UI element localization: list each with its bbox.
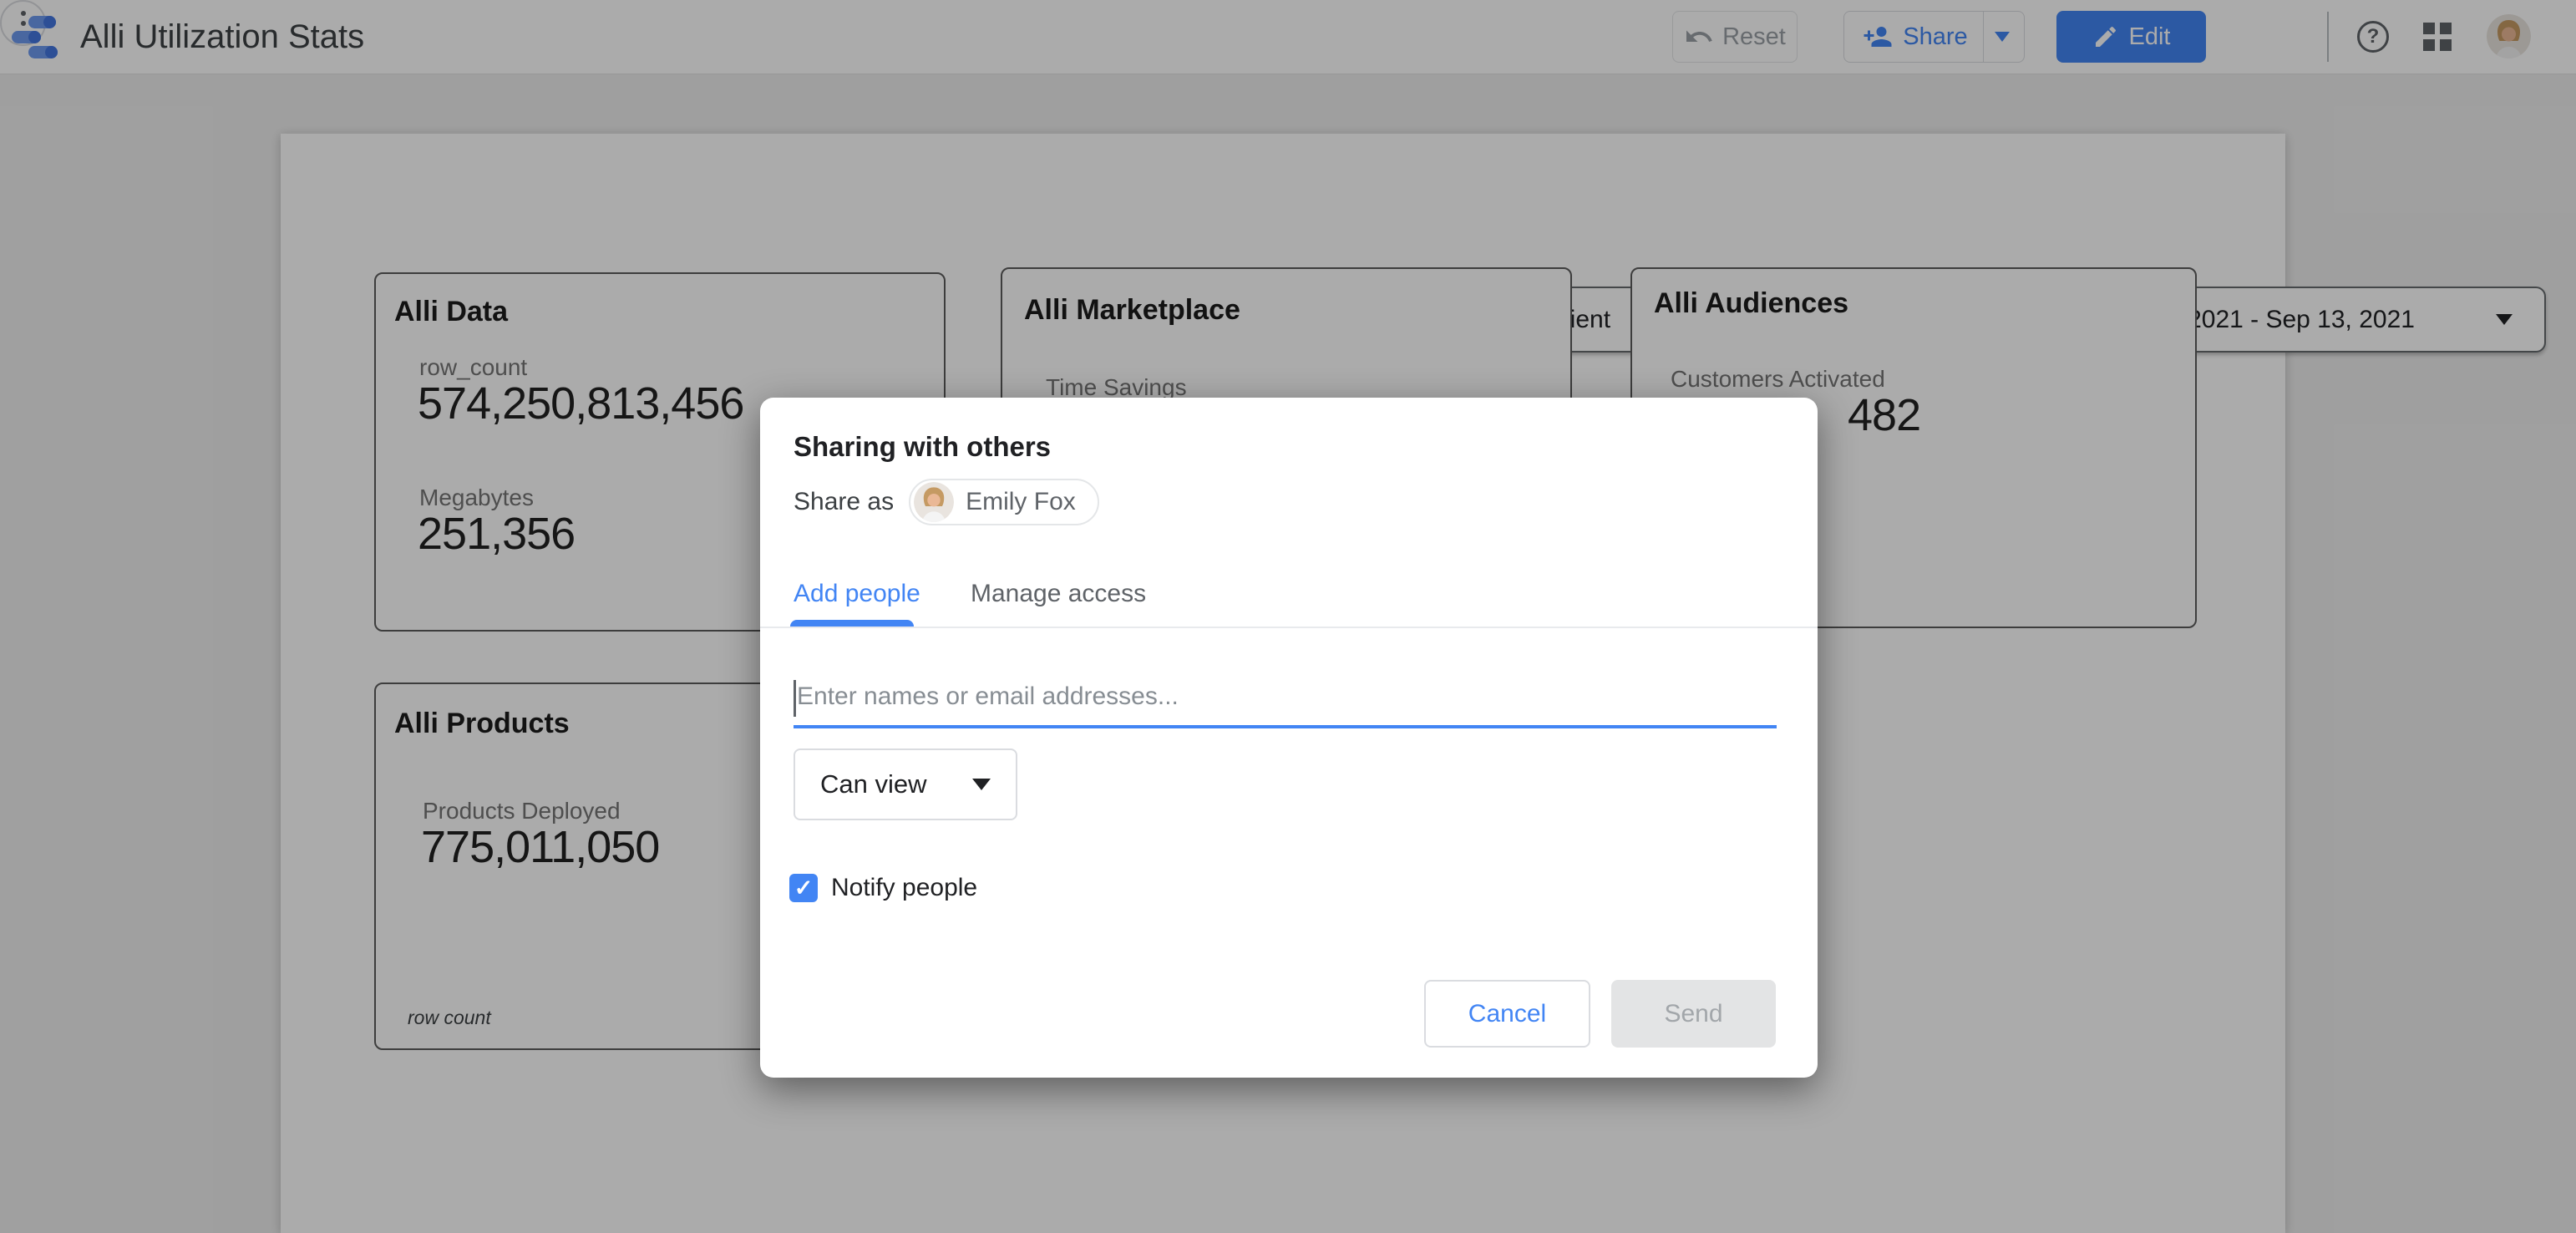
- share-as-name: Emily Fox: [966, 488, 1076, 516]
- chip-avatar: [914, 482, 954, 522]
- sharing-dialog: Sharing with others Share as Emily Fox A…: [760, 398, 1818, 1078]
- dialog-title: Sharing with others: [794, 431, 1051, 463]
- tab-manage-access[interactable]: Manage access: [971, 580, 1146, 608]
- notify-label: Notify people: [831, 874, 977, 902]
- recipients-input[interactable]: [794, 673, 1777, 728]
- notify-checkbox[interactable]: ✓: [789, 874, 818, 902]
- share-as-chip[interactable]: Emily Fox: [909, 479, 1099, 525]
- send-button[interactable]: Send: [1611, 980, 1776, 1048]
- permission-value: Can view: [820, 769, 927, 799]
- tab-add-people[interactable]: Add people: [794, 580, 920, 608]
- chevron-down-icon: [972, 779, 991, 790]
- text-caret: [794, 680, 796, 717]
- permission-dropdown[interactable]: Can view: [794, 748, 1017, 820]
- tab-divider: [760, 627, 1818, 628]
- share-as-label: Share as: [794, 488, 894, 516]
- cancel-button[interactable]: Cancel: [1424, 980, 1590, 1048]
- checkmark-icon: ✓: [794, 875, 814, 901]
